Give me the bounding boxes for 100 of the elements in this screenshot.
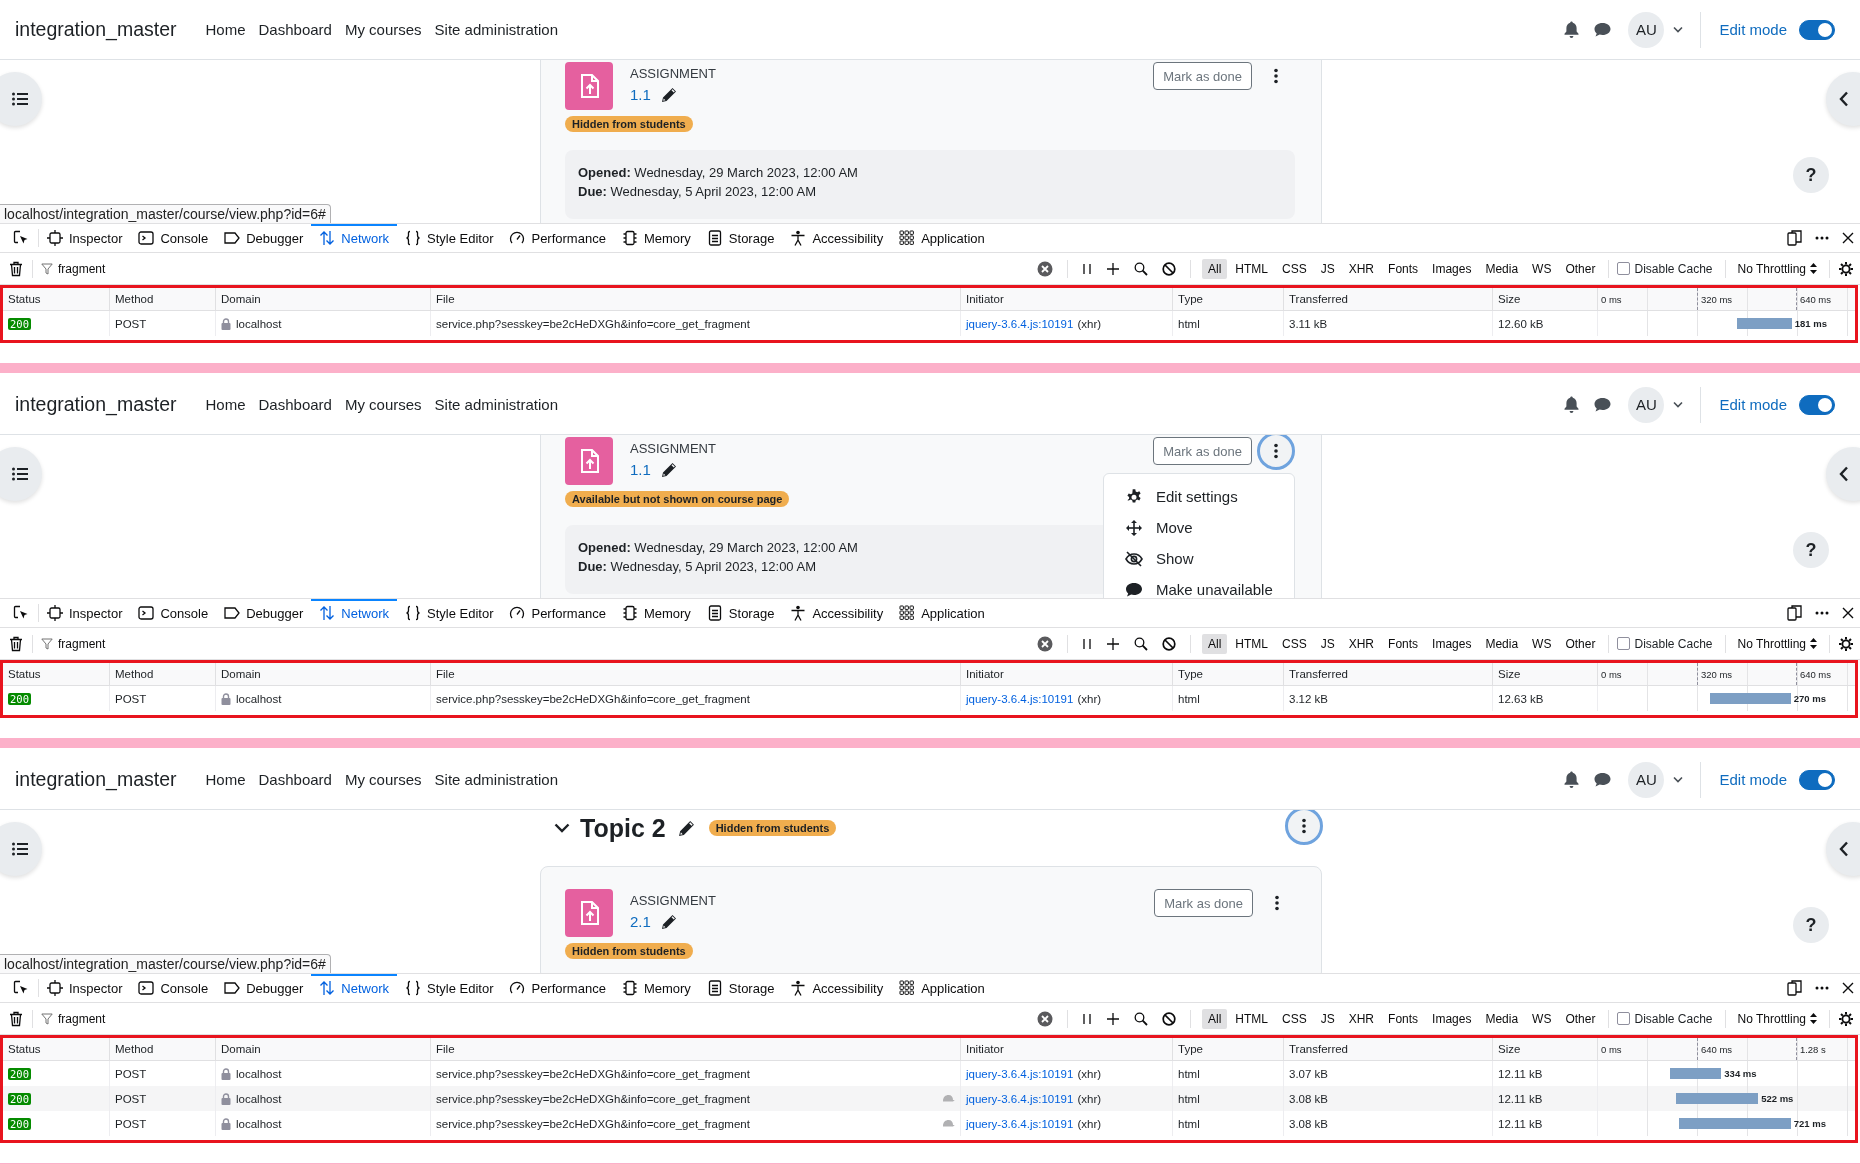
column-header[interactable]: Domain <box>221 293 261 305</box>
column-header[interactable]: Initiator <box>966 1043 1004 1055</box>
disable-cache-checkbox[interactable] <box>1617 637 1631 650</box>
devtools-tab[interactable]: Debugger <box>216 224 312 252</box>
column-header[interactable]: File <box>436 293 455 305</box>
user-avatar[interactable]: AU <box>1628 386 1665 423</box>
initiator-link[interactable]: jquery-3.6.4.js:10191 <box>966 317 1074 330</box>
devtools-tab[interactable]: Memory <box>613 974 699 1002</box>
nav-link[interactable]: My courses <box>344 396 422 413</box>
initiator-link[interactable]: jquery-3.6.4.js:10191 <box>966 1117 1074 1130</box>
mark-as-done-button[interactable]: Mark as done <box>1154 889 1253 917</box>
site-name[interactable]: integration_master <box>15 768 177 791</box>
help-button[interactable]: ? <box>1793 907 1829 943</box>
throttling-select[interactable]: No Throttling <box>1725 261 1829 276</box>
filter-field[interactable]: fragment <box>58 261 318 276</box>
devtools-tab[interactable]: Debugger <box>216 599 312 627</box>
devtools-tab[interactable]: Console <box>130 224 217 252</box>
nav-link[interactable]: Site administration <box>434 396 558 413</box>
column-header[interactable]: File <box>436 668 455 680</box>
column-header[interactable]: File <box>436 1043 455 1055</box>
devtools-tab[interactable]: Debugger <box>216 974 312 1002</box>
column-header[interactable]: Type <box>1178 1043 1203 1055</box>
type-filter-button[interactable]: Fonts <box>1382 258 1425 279</box>
type-filter-button[interactable]: XHR <box>1342 633 1381 654</box>
column-header[interactable]: Size <box>1498 668 1521 680</box>
activity-link[interactable]: 1.1 <box>630 86 651 103</box>
site-name[interactable]: integration_master <box>15 393 177 416</box>
disable-cache-checkbox[interactable] <box>1617 1012 1631 1025</box>
edit-mode-toggle[interactable] <box>1799 19 1835 40</box>
type-filter-button[interactable]: HTML <box>1229 1008 1274 1029</box>
course-index-button[interactable] <box>0 447 42 501</box>
edit-mode-toggle[interactable] <box>1799 394 1835 415</box>
column-header[interactable]: Size <box>1498 293 1521 305</box>
type-filter-button[interactable]: Media <box>1479 633 1525 654</box>
mark-as-done-button[interactable]: Mark as done <box>1153 62 1252 90</box>
mark-as-done-button[interactable]: Mark as done <box>1153 437 1252 465</box>
menu-item[interactable]: Make unavailable <box>1104 574 1294 598</box>
menu-item[interactable]: Show <box>1104 543 1294 574</box>
type-filter-button[interactable]: Other <box>1559 1008 1602 1029</box>
type-filter-button[interactable]: All <box>1202 258 1228 279</box>
column-header[interactable]: Domain <box>221 1043 261 1055</box>
column-header[interactable]: Initiator <box>966 668 1004 680</box>
column-header[interactable]: Status <box>8 293 41 305</box>
column-header[interactable]: Transferred <box>1289 293 1348 305</box>
type-filter-button[interactable]: CSS <box>1276 1008 1313 1029</box>
type-filter-button[interactable]: HTML <box>1229 258 1274 279</box>
type-filter-button[interactable]: Other <box>1559 633 1602 654</box>
course-index-button[interactable] <box>0 72 42 126</box>
devtools-tab[interactable]: Storage <box>698 599 783 627</box>
type-filter-button[interactable]: WS <box>1526 633 1558 654</box>
column-header[interactable]: Domain <box>221 668 261 680</box>
type-filter-button[interactable]: All <box>1202 1008 1228 1029</box>
devtools-tab[interactable]: Memory <box>613 224 699 252</box>
initiator-link[interactable]: jquery-3.6.4.js:10191 <box>966 692 1074 705</box>
devtools-tab[interactable]: Style Editor <box>397 974 502 1002</box>
nav-link[interactable]: My courses <box>344 771 422 788</box>
type-filter-button[interactable]: Media <box>1479 258 1525 279</box>
type-filter-button[interactable]: CSS <box>1276 258 1313 279</box>
devtools-tab[interactable]: Console <box>130 974 217 1002</box>
course-index-button[interactable] <box>0 822 42 876</box>
devtools-tab[interactable]: Application <box>891 974 993 1002</box>
column-header[interactable]: Size <box>1498 1043 1521 1055</box>
nav-link[interactable]: Site administration <box>434 21 558 38</box>
devtools-tab[interactable]: Performance <box>501 224 614 252</box>
devtools-tab[interactable]: Style Editor <box>397 224 502 252</box>
activity-link[interactable]: 1.1 <box>630 461 651 478</box>
type-filter-button[interactable]: HTML <box>1229 633 1274 654</box>
devtools-tab[interactable]: Performance <box>501 599 614 627</box>
nav-link[interactable]: Home <box>205 771 246 788</box>
column-header[interactable]: Transferred <box>1289 1043 1348 1055</box>
type-filter-button[interactable]: CSS <box>1276 633 1313 654</box>
devtools-tab[interactable]: Application <box>891 599 993 627</box>
nav-link[interactable]: My courses <box>344 21 422 38</box>
nav-link[interactable]: Dashboard <box>258 396 332 413</box>
devtools-tab[interactable]: Network <box>311 974 397 1002</box>
initiator-link[interactable]: jquery-3.6.4.js:10191 <box>966 1092 1074 1105</box>
site-name[interactable]: integration_master <box>15 18 177 41</box>
nav-link[interactable]: Dashboard <box>258 21 332 38</box>
help-button[interactable]: ? <box>1793 157 1829 193</box>
devtools-tab[interactable]: Accessibility <box>782 599 892 627</box>
column-header[interactable]: Initiator <box>966 293 1004 305</box>
filter-field[interactable]: fragment <box>58 636 318 651</box>
devtools-tab[interactable]: Application <box>891 224 993 252</box>
filter-field[interactable]: fragment <box>58 1011 318 1026</box>
column-header[interactable]: Type <box>1178 293 1203 305</box>
menu-item[interactable]: Edit settings <box>1104 481 1294 512</box>
devtools-tab[interactable]: Accessibility <box>782 224 892 252</box>
devtools-tab[interactable]: Storage <box>698 224 783 252</box>
user-avatar[interactable]: AU <box>1628 11 1665 48</box>
devtools-tab[interactable]: Accessibility <box>782 974 892 1002</box>
activity-link[interactable]: 2.1 <box>630 913 651 930</box>
type-filter-button[interactable]: Other <box>1559 258 1602 279</box>
type-filter-button[interactable]: Images <box>1426 633 1478 654</box>
devtools-tab[interactable]: Network <box>311 599 397 627</box>
type-filter-button[interactable]: Fonts <box>1382 633 1425 654</box>
type-filter-button[interactable]: JS <box>1314 633 1341 654</box>
type-filter-button[interactable]: JS <box>1314 258 1341 279</box>
menu-item[interactable]: Move <box>1104 512 1294 543</box>
column-header[interactable]: Method <box>115 668 154 680</box>
devtools-tab[interactable]: Console <box>130 599 217 627</box>
